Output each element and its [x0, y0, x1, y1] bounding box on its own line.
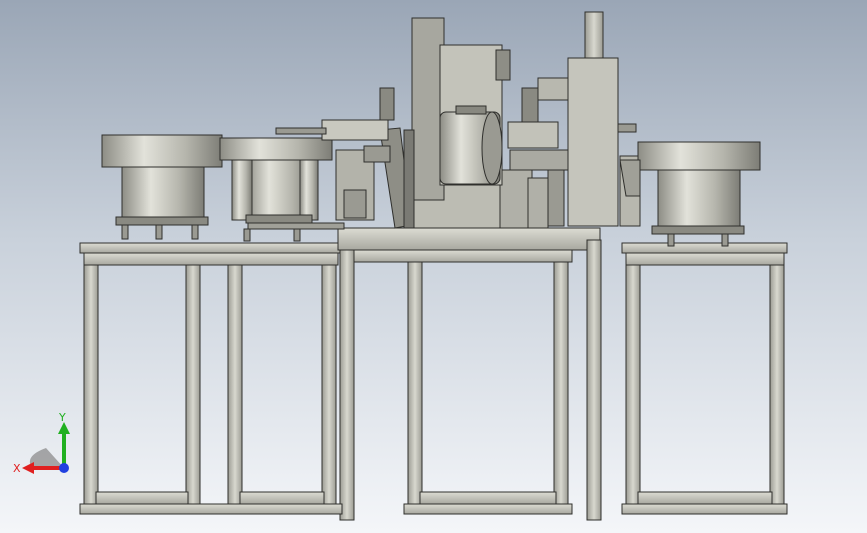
x-axis-label: X [13, 462, 21, 475]
left-table-top [79, 242, 343, 254]
y-axis-label: Y [58, 411, 66, 424]
cad-viewport[interactable]: Y X [0, 0, 867, 533]
right-table-top [621, 242, 788, 254]
coordinate-triad: Y X [13, 411, 70, 475]
assembly-canvas[interactable] [0, 0, 867, 533]
center-table-top [337, 227, 601, 251]
z-axis-icon [59, 463, 69, 473]
